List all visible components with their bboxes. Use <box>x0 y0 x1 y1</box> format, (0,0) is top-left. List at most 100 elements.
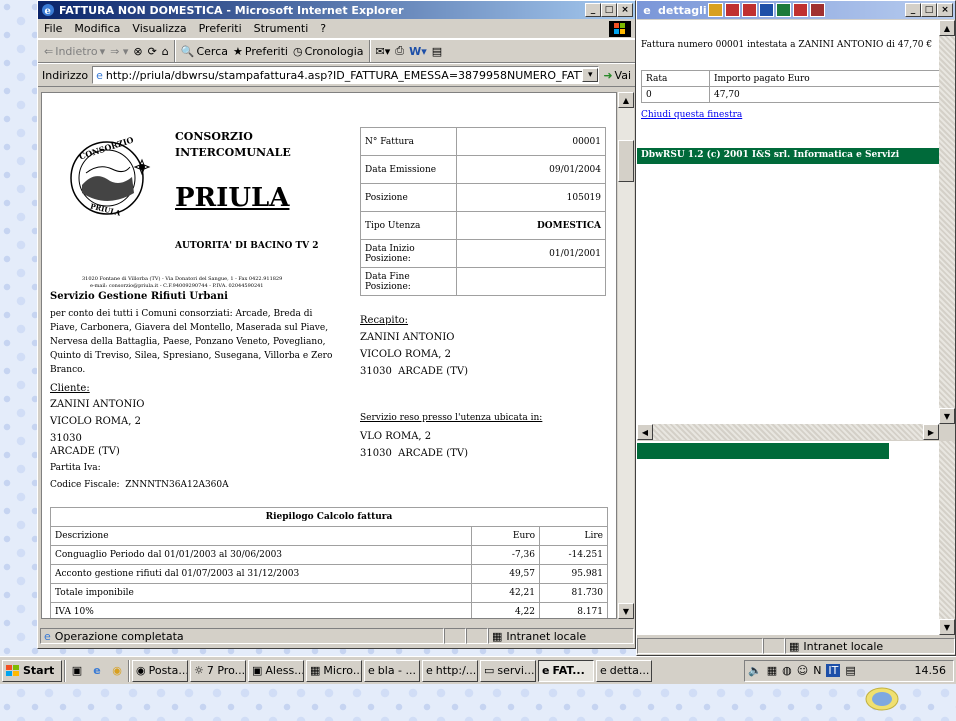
cliente-city: ARCADE (TV) <box>50 446 120 457</box>
lower-vertical-scrollbar[interactable]: ▼ <box>939 441 955 635</box>
close-window-link[interactable]: Chiudi questa finestra <box>641 110 742 120</box>
scroll-thumb[interactable] <box>618 140 634 182</box>
outlook-icon <box>708 3 723 17</box>
word-icon <box>759 3 774 17</box>
recapito-street: VICOLO ROMA, 2 <box>360 349 451 360</box>
servizio-city: 31030 ARCADE (TV) <box>360 448 468 459</box>
word-icon[interactable]: W▾ <box>409 45 427 58</box>
mail-icon <box>725 3 740 17</box>
volume-icon[interactable]: 🔈 <box>748 664 762 677</box>
address-input[interactable]: e http://priula/dbwrsu/stampafattura4.as… <box>92 66 600 84</box>
maximize-button[interactable]: □ <box>921 3 937 17</box>
mail-icon[interactable]: ✉▾ <box>376 45 391 58</box>
taskbar: Start ▣ e ◉ ◉ Posta... ☼ 7 Pro... ▣ Aless... ▦… <box>0 656 956 684</box>
menu-modifica[interactable]: Modifica <box>74 22 120 35</box>
go-button[interactable]: ➜ Vai <box>603 69 631 82</box>
task-app-icon: ▭ <box>484 664 495 677</box>
close-button[interactable]: × <box>617 3 633 17</box>
row-euro: 4,22 <box>471 602 540 618</box>
details-horizontal-scrollbar[interactable]: ◀ ▶ <box>637 424 939 440</box>
details-titlebar[interactable]: e dettagli fa _ □ × <box>637 1 955 19</box>
menu-strumenti[interactable]: Strumenti <box>254 22 309 35</box>
system-tray: 🔈 ▦ ◍ ☺ N IT ▤ 14.56 <box>744 659 954 682</box>
back-button[interactable]: ⇐ Indietro ▾ <box>44 45 105 58</box>
address-small-2: e-mail: consorzio@priula.it - C.F.940092… <box>90 283 264 289</box>
org-line2: INTERCOMUNALE <box>175 146 291 159</box>
refresh-icon[interactable]: ⟳ <box>148 45 157 58</box>
taskbar-button[interactable]: e http:/... <box>422 659 478 682</box>
language-icon[interactable]: IT <box>826 664 841 677</box>
detail-row: Data Emissione 09/01/2004 <box>360 155 606 184</box>
detail-value <box>456 267 606 296</box>
row-euro: 49,57 <box>471 564 540 584</box>
detail-label: Data Emissione <box>360 155 457 184</box>
service-text: per conto dei tutti i Comuni consorziati… <box>50 309 333 375</box>
menu-help[interactable]: ? <box>320 22 326 35</box>
header-rata: Rata <box>641 70 710 87</box>
address-dropdown-button[interactable]: ▾ <box>582 68 599 82</box>
close-button[interactable]: × <box>937 3 953 17</box>
norton-icon[interactable]: N <box>813 664 821 677</box>
minimize-button[interactable]: _ <box>905 3 921 17</box>
network-icon[interactable]: ▦ <box>767 664 777 677</box>
details-statusbar: ▦ Intranet locale <box>637 637 955 655</box>
scroll-up-button[interactable]: ▲ <box>939 20 955 36</box>
menu-file[interactable]: File <box>44 22 62 35</box>
taskbar-button[interactable]: e bla - ... <box>364 659 420 682</box>
taskbar-separator <box>128 659 130 682</box>
edit-icon[interactable]: ▤ <box>432 45 442 58</box>
status-text-area <box>637 638 763 654</box>
taskbar-button[interactable]: ▣ Aless... <box>248 659 304 682</box>
org-name: PRIULA <box>175 183 290 213</box>
taskbar-button[interactable]: ▭ servi... <box>480 659 536 682</box>
antivirus-icon[interactable]: ◍ <box>782 664 792 677</box>
history-icon: ◷ <box>292 44 303 58</box>
ie-titlebar[interactable]: e FATTURA NON DOMESTICA - Microsoft Inte… <box>38 1 635 19</box>
scroll-left-button[interactable]: ◀ <box>637 424 653 440</box>
row-description: Acconto gestione rifiuti dal 01/07/2003 … <box>50 564 472 584</box>
windows-logo-icon <box>609 20 631 37</box>
page-vertical-scrollbar[interactable]: ▲ ▼ <box>618 92 634 619</box>
quicklaunch-outlook-icon[interactable]: ◉ <box>108 664 126 677</box>
history-button[interactable]: ◷ Cronologia <box>293 45 364 58</box>
scroll-up-button[interactable]: ▲ <box>618 92 634 108</box>
cliente-cap: 31030 <box>50 433 82 444</box>
scroll-down-button[interactable]: ▼ <box>939 408 955 424</box>
menu-preferiti[interactable]: Preferiti <box>199 22 242 35</box>
stop-icon[interactable]: ⊗ <box>133 45 142 58</box>
row-description: Totale imponibile <box>50 583 472 603</box>
scroll-down-button[interactable]: ▼ <box>618 603 634 619</box>
favorites-button[interactable]: ★ Preferiti <box>233 45 288 58</box>
menu-visualizza[interactable]: Visualizza <box>132 22 186 35</box>
svg-text:e: e <box>45 6 51 17</box>
forward-button[interactable]: ⇒ ▾ <box>110 45 128 58</box>
taskbar-button[interactable]: e FAT... <box>538 659 594 682</box>
taskbar-button[interactable]: ▦ Micro... <box>306 659 362 682</box>
taskbar-button[interactable]: ☼ 7 Pro... <box>190 659 246 682</box>
start-button[interactable]: Start <box>2 659 62 682</box>
detail-label: Data Inizio Posizione: <box>360 239 457 268</box>
detail-label: Data Fine Posizione: <box>360 267 457 296</box>
home-icon[interactable]: ⌂ <box>162 45 169 58</box>
messenger-icon[interactable]: ☺ <box>797 664 808 677</box>
maximize-button[interactable]: □ <box>601 3 617 17</box>
row-lire: -14.251 <box>539 545 608 565</box>
print-icon[interactable]: ⎙ <box>395 44 404 58</box>
authority: AUTORITA' DI BACINO TV 2 <box>175 241 319 251</box>
detail-row: Data Fine Posizione: <box>360 267 606 296</box>
zone-pane: ▦ Intranet locale <box>785 638 955 654</box>
taskbar-button[interactable]: e detta... <box>596 659 652 682</box>
taskbar-button[interactable]: ◉ Posta... <box>132 659 188 682</box>
scroll-right-button[interactable]: ▶ <box>923 424 939 440</box>
details-vertical-scrollbar[interactable]: ▲ ▼ <box>939 20 955 424</box>
cliente-label: Cliente: <box>50 383 90 394</box>
search-button[interactable]: 🔍 Cerca <box>181 45 228 58</box>
quicklaunch-ie-icon[interactable]: e <box>88 664 106 677</box>
minimize-button[interactable]: _ <box>585 3 601 17</box>
tray-app-icon[interactable]: ▤ <box>845 664 855 677</box>
quicklaunch-desktop-icon[interactable]: ▣ <box>68 664 86 677</box>
toolbar-separator <box>173 40 176 62</box>
address-label: Indirizzo <box>42 68 89 82</box>
scroll-down-button[interactable]: ▼ <box>939 619 955 635</box>
header-importo: Importo pagato Euro <box>709 70 939 87</box>
